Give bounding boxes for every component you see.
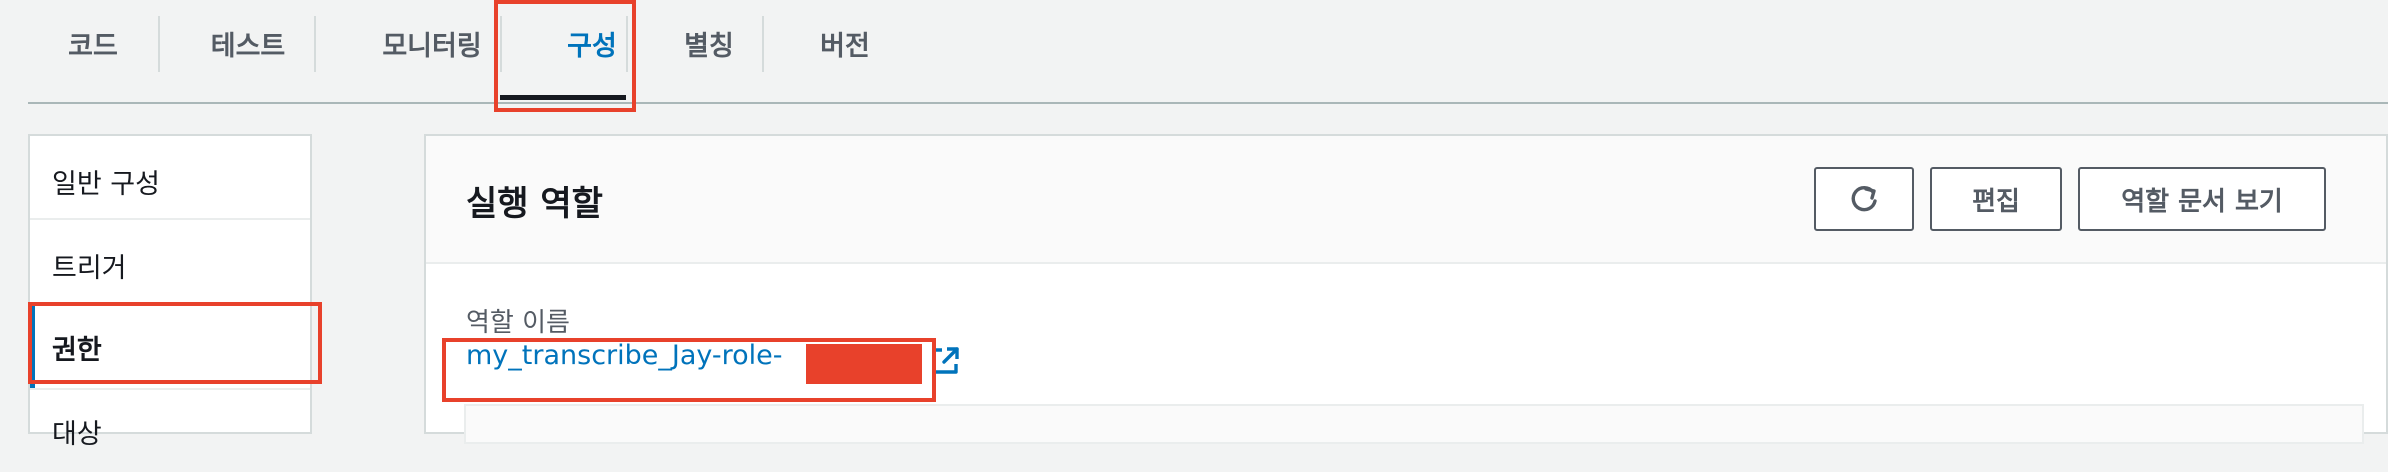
tab-bar: 코드 테스트 모니터링 구성 별칭 버전 bbox=[28, 0, 2388, 104]
panel-title: 실행 역할 bbox=[466, 184, 603, 224]
sidebar-item-destinations[interactable]: 대상 bbox=[30, 390, 310, 472]
view-role-document-button[interactable]: 역할 문서 보기 bbox=[2078, 167, 2326, 231]
refresh-icon bbox=[1851, 185, 1877, 212]
external-link-icon bbox=[932, 347, 959, 374]
role-name-text: my_transcribe_Jay-role- bbox=[466, 340, 783, 371]
edit-button[interactable]: 편집 bbox=[1930, 167, 2062, 231]
role-name-link[interactable]: my_transcribe_Jay-role- bbox=[466, 340, 959, 384]
configuration-sidebar: 일반 구성 트리거 권한 대상 bbox=[28, 134, 312, 450]
tab-test[interactable]: 테스트 bbox=[176, 0, 320, 86]
sidebar-divider bbox=[30, 302, 310, 304]
sidebar-item-triggers[interactable]: 트리거 bbox=[30, 224, 310, 306]
refresh-button[interactable] bbox=[1814, 167, 1914, 231]
panel-header: 실행 역할 편집 역할 문서 보기 bbox=[426, 136, 2386, 264]
tab-code[interactable]: 코드 bbox=[46, 0, 140, 86]
role-name-label: 역할 이름 bbox=[466, 308, 570, 338]
sidebar-item-general[interactable]: 일반 구성 bbox=[30, 140, 310, 222]
tab-aliases[interactable]: 별칭 bbox=[644, 0, 774, 86]
tab-divider bbox=[314, 16, 316, 72]
sidebar-item-permissions[interactable]: 권한 bbox=[30, 306, 310, 388]
redaction-block bbox=[806, 344, 922, 384]
tab-divider bbox=[626, 16, 628, 72]
active-tab-indicator bbox=[500, 95, 626, 100]
sidebar-divider bbox=[30, 218, 310, 220]
tab-versions[interactable]: 버전 bbox=[780, 0, 910, 86]
execution-role-panel: 실행 역할 편집 역할 문서 보기 역할 이름 my_transcribe_Ja… bbox=[424, 134, 2388, 444]
tab-divider bbox=[158, 16, 160, 72]
policy-summary-box bbox=[464, 404, 2364, 444]
tab-divider bbox=[762, 16, 764, 72]
